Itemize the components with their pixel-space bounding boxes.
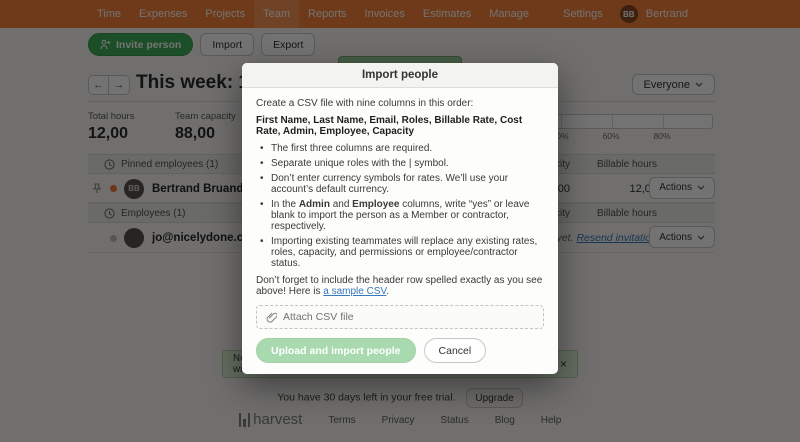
modal-title: Import people [242,63,558,88]
import-people-modal: Import people Create a CSV file with nin… [242,63,558,374]
attach-csv-file-input[interactable]: Attach CSV file [256,305,544,329]
footnote-text: Don’t forget to include the header row s… [256,275,543,297]
csv-columns-list: First Name, Last Name, Email, Roles, Bil… [256,115,523,137]
modal-actions: Upload and import people Cancel [256,338,544,363]
admin-keyword: Admin [298,199,330,210]
sample-csv-link[interactable]: a sample CSV [323,286,386,297]
instruction-item: Separate unique roles with the | symbol. [256,158,544,169]
instruction-item: The first three columns are required. [256,143,544,154]
modal-intro: Create a CSV file with nine columns in t… [256,98,474,109]
instruction-item: Don’t enter currency symbols for rates. … [256,173,544,195]
app-window: Time Expenses Projects Team Reports Invo… [0,0,800,442]
footnote-text: . [386,286,390,297]
upload-and-import-button[interactable]: Upload and import people [256,338,416,363]
instruction-item: In the Admin and Employee columns, write… [256,199,544,232]
modal-body: Create a CSV file with nine columns in t… [242,88,558,374]
cancel-button[interactable]: Cancel [423,338,487,363]
instruction-text: In the [271,199,299,210]
instruction-text: and [329,199,353,210]
attach-csv-label: Attach CSV file [283,310,354,323]
instructions-list: The first three columns are required. Se… [256,143,544,269]
instruction-item: Importing existing teammates will replac… [256,236,544,269]
paperclip-icon [266,311,277,323]
employee-keyword: Employee [352,199,400,210]
modal-footnote: Don’t forget to include the header row s… [256,275,544,297]
